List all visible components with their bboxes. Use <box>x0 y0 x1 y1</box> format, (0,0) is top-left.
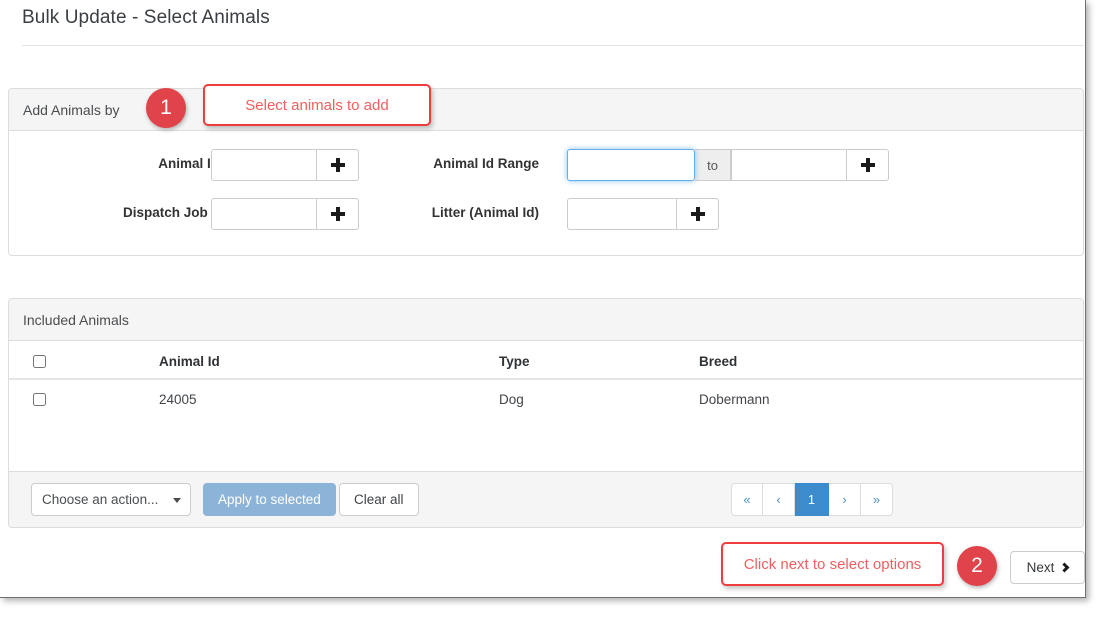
pagination-next[interactable]: › <box>829 483 861 516</box>
litter-label: Litter (Animal Id) <box>431 205 539 220</box>
chevron-down-icon <box>173 498 181 503</box>
column-header-type: Type <box>499 353 530 369</box>
select-all-header-cell <box>33 342 46 380</box>
annotation-callout-2: Click next to select options <box>721 542 944 586</box>
pagination-last[interactable]: » <box>861 483 893 516</box>
column-header-animal-id: Animal Id <box>159 353 220 369</box>
next-button-label: Next <box>1026 560 1055 575</box>
plus-icon <box>330 207 345 221</box>
apply-to-selected-button[interactable]: Apply to selected <box>203 483 336 516</box>
dispatch-job-input-group <box>211 198 359 230</box>
title-divider <box>22 45 1084 46</box>
animal-id-range-input-group: to <box>567 149 889 181</box>
animal-id-input[interactable] <box>211 149 317 181</box>
cell-breed: Dobermann <box>699 391 770 407</box>
included-animals-footer: Choose an action... Apply to selected Cl… <box>9 471 1083 527</box>
row-select-checkbox[interactable] <box>33 392 46 406</box>
animal-id-add-button[interactable] <box>317 149 359 181</box>
litter-input[interactable] <box>567 198 677 230</box>
add-animals-form: Animal Id Dispatch Job # Animal Id Range… <box>9 131 1083 256</box>
cell-type: Dog <box>499 391 524 407</box>
animal-id-input-group <box>211 149 359 181</box>
choose-action-select[interactable]: Choose an action... <box>31 483 191 516</box>
dispatch-job-add-button[interactable] <box>317 198 359 230</box>
pagination: « ‹ 1 › » <box>731 483 893 516</box>
plus-icon <box>690 207 705 221</box>
annotation-badge-1: 1 <box>146 88 186 128</box>
animal-id-range-add-button[interactable] <box>847 149 889 181</box>
next-button[interactable]: Next <box>1010 551 1085 584</box>
select-all-checkbox[interactable] <box>33 354 46 368</box>
litter-add-button[interactable] <box>677 198 719 230</box>
pagination-first[interactable]: « <box>731 483 763 516</box>
plus-icon <box>330 158 345 172</box>
animal-id-range-from-input[interactable] <box>567 149 695 181</box>
choose-action-selected-label: Choose an action... <box>42 492 159 507</box>
pagination-prev[interactable]: ‹ <box>763 483 795 516</box>
cell-animal-id: 24005 <box>159 391 197 407</box>
animal-id-range-to-input[interactable] <box>731 149 847 181</box>
included-animals-table: Animal Id Type Breed 24005 Dog Dobermann <box>9 342 1083 418</box>
annotation-badge-2: 2 <box>957 546 997 586</box>
column-header-breed: Breed <box>699 353 738 369</box>
dispatch-job-label: Dispatch Job # <box>122 205 219 220</box>
plus-icon <box>860 158 875 172</box>
annotation-callout-1: Select animals to add <box>203 84 431 126</box>
add-animals-panel-title: Add Animals by <box>23 101 120 118</box>
table-row[interactable]: 24005 Dog Dobermann <box>9 380 1083 418</box>
dispatch-job-input[interactable] <box>211 198 317 230</box>
row-select-cell <box>33 380 46 418</box>
screenshot-viewport: Bulk Update - Select Animals Add Animals… <box>0 0 1106 624</box>
litter-input-group <box>567 198 719 230</box>
page-title: Bulk Update - Select Animals <box>22 7 270 28</box>
included-animals-panel-title: Included Animals <box>23 311 129 328</box>
pagination-page-1[interactable]: 1 <box>795 483 829 516</box>
animal-id-range-label: Animal Id Range <box>433 156 539 171</box>
chevron-right-icon <box>1059 562 1070 573</box>
included-animals-panel: Included Animals Animal Id Type Breed 24… <box>8 298 1084 528</box>
animal-id-label: Animal Id <box>158 156 219 171</box>
table-header-row: Animal Id Type Breed <box>9 342 1083 380</box>
clear-all-button[interactable]: Clear all <box>339 483 419 516</box>
included-animals-panel-header: Included Animals <box>9 299 1083 341</box>
animal-id-range-separator: to <box>695 149 731 181</box>
